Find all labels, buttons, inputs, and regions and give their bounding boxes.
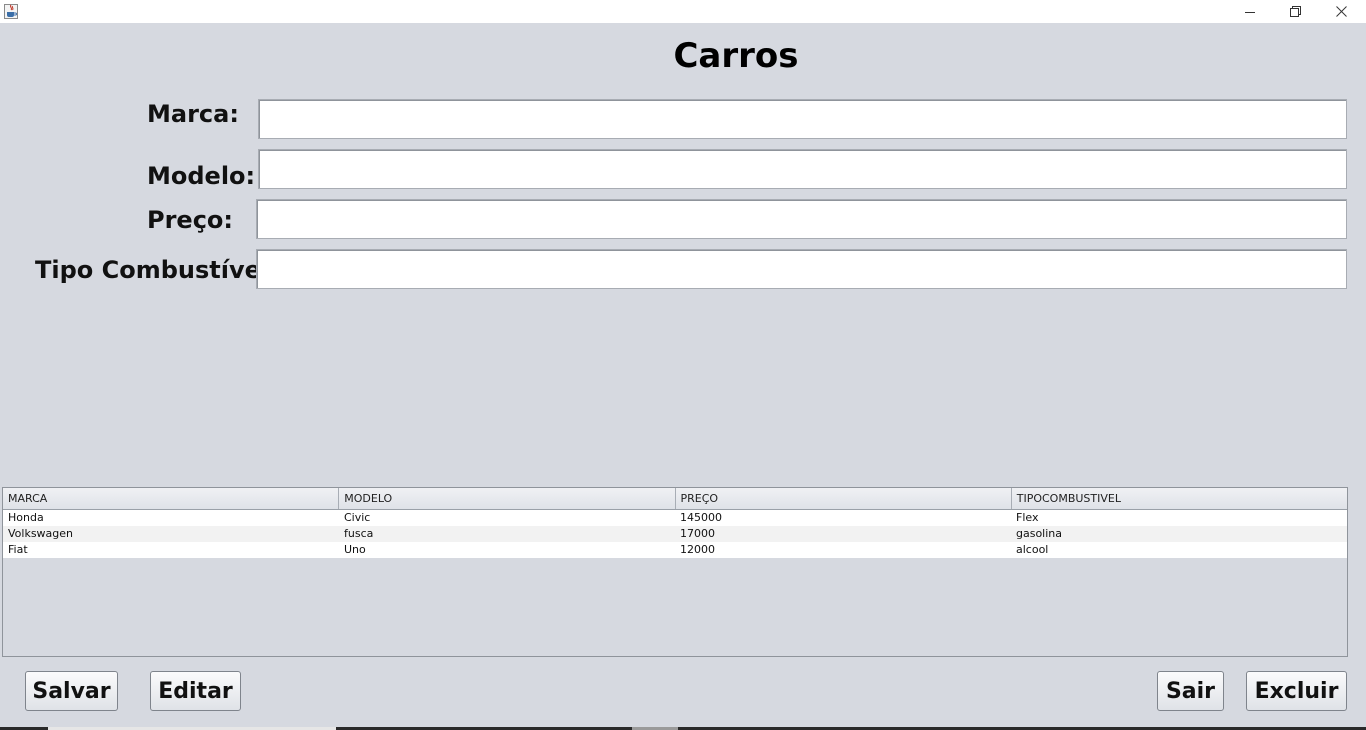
app-window: Carros Marca: Modelo: Preço: Tipo Combus… — [0, 0, 1366, 730]
java-app-icon[interactable] — [4, 3, 18, 19]
preco-label: Preço: — [147, 206, 234, 234]
tipo-combustivel-input[interactable] — [256, 249, 1347, 289]
cell-tipocombustivel: gasolina — [1016, 527, 1063, 540]
table-row[interactable]: Honda Civic 145000 Flex — [3, 510, 1347, 526]
cell-modelo: Uno — [344, 543, 366, 556]
cell-modelo: fusca — [344, 527, 374, 540]
tipo-combustivel-label: Tipo Combustível: — [35, 256, 279, 284]
editar-button[interactable]: Editar — [150, 671, 241, 711]
cell-marca: Honda — [8, 511, 44, 524]
restore-icon — [1289, 6, 1301, 17]
column-header-tipocombustivel[interactable]: TIPOCOMBUSTIVEL — [1012, 488, 1347, 509]
column-header-marca[interactable]: MARCA — [3, 488, 340, 509]
column-header-preco[interactable]: PREÇO — [676, 488, 1012, 509]
cell-preco: 17000 — [680, 527, 715, 540]
cell-preco: 12000 — [680, 543, 715, 556]
marca-label: Marca: — [147, 100, 239, 128]
cell-tipocombustivel: Flex — [1016, 511, 1039, 524]
cell-preco: 145000 — [680, 511, 722, 524]
sair-button[interactable]: Sair — [1157, 671, 1224, 711]
minimize-icon — [1245, 7, 1255, 17]
table-header: MARCA MODELO PREÇO TIPOCOMBUSTIVEL — [3, 488, 1347, 510]
restore-button[interactable] — [1272, 0, 1318, 23]
table-row[interactable]: Fiat Uno 12000 alcool — [3, 542, 1347, 558]
modelo-label: Modelo: — [147, 162, 256, 190]
cell-modelo: Civic — [344, 511, 371, 524]
table-row[interactable]: Volkswagen fusca 17000 gasolina — [3, 526, 1347, 542]
cars-table[interactable]: MARCA MODELO PREÇO TIPOCOMBUSTIVEL Honda… — [2, 487, 1348, 657]
cell-marca: Fiat — [8, 543, 28, 556]
marca-input[interactable] — [258, 99, 1347, 139]
title-bar — [0, 0, 1366, 23]
excluir-button[interactable]: Excluir — [1246, 671, 1347, 711]
preco-input[interactable] — [256, 199, 1347, 239]
close-button[interactable] — [1318, 0, 1364, 23]
form-title: Carros — [673, 36, 799, 76]
close-icon — [1335, 6, 1347, 17]
cell-marca: Volkswagen — [8, 527, 74, 540]
minimize-button[interactable] — [1227, 0, 1273, 23]
salvar-button[interactable]: Salvar — [25, 671, 118, 711]
modelo-input[interactable] — [258, 149, 1347, 189]
cell-tipocombustivel: alcool — [1016, 543, 1049, 556]
column-header-modelo[interactable]: MODELO — [339, 488, 676, 509]
